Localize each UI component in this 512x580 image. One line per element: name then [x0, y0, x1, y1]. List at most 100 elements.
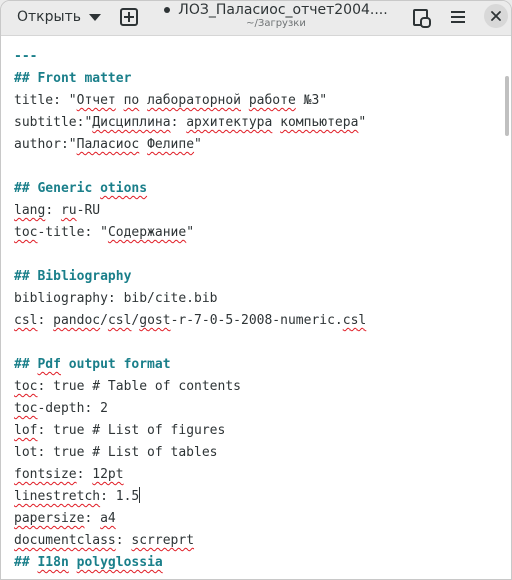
- editor-text-segment: Содержание: [107, 225, 187, 240]
- main-menu-button[interactable]: [444, 4, 472, 30]
- editor-text-segment: :: [37, 313, 54, 328]
- editor-text-segment: : true # Table of contents: [37, 379, 241, 394]
- editor-text-segment: ## Front matter: [14, 71, 132, 86]
- window-title: ЛОЗ_Паласиос_отчет2004....: [151, 2, 401, 18]
- editor-text-segment: -depth: 2: [37, 401, 108, 416]
- editor-text-segment: /: [100, 313, 108, 328]
- document-path: ~/Загрузки: [246, 18, 306, 29]
- editor-text-segment: ---: [14, 49, 38, 64]
- editor-text-segment: -title: ": [37, 225, 108, 240]
- editor-text-segment: -r-7-0-5-2008-numeric.: [170, 313, 343, 328]
- close-window-button[interactable]: [484, 4, 508, 28]
- editor-text-segment: 12pt: [92, 467, 124, 482]
- editor-line[interactable]: ## Bibliography: [14, 266, 504, 288]
- editor-line[interactable]: lof: true # List of figures: [14, 420, 504, 442]
- editor-text-segment: otions: [100, 181, 148, 196]
- editor-line[interactable]: ## I18n polyglossia: [14, 552, 504, 574]
- editor-text-segment: author:": [14, 137, 77, 152]
- editor-text-segment: Паласиос: [76, 137, 140, 152]
- editor-line[interactable]: linestretch: 1.5: [14, 486, 504, 508]
- editor-text-segment: a4: [100, 511, 116, 526]
- editor-text-segment: ": [186, 225, 195, 240]
- editor-line[interactable]: toc-title: "Содержание": [14, 222, 504, 244]
- editor-line[interactable]: subtitle:"Дисциплина: архитектура компью…: [14, 112, 504, 134]
- editor-text-segment: архитектура: [186, 115, 273, 130]
- editor-text-segment: ": [358, 115, 367, 130]
- editor-text-segment: title: ": [14, 93, 77, 108]
- editor-text-segment: subtitle:": [14, 115, 93, 130]
- editor-text-segment: csl: [342, 313, 367, 328]
- editor-text-segment: output format: [60, 357, 171, 372]
- text-cursor: [139, 487, 141, 503]
- editor-line[interactable]: bibliography: bib/cite.bib: [14, 288, 504, 310]
- editor-text-segment: :: [84, 511, 101, 526]
- editor-text-segment: Pdf: [37, 357, 61, 372]
- editor-text-segment: csl: [14, 313, 38, 328]
- text-editor-area[interactable]: --- ## Front matter title: "Отчет по лабор…: [1, 36, 511, 579]
- editor-line[interactable]: csl: pandoc/csl/gost-r-7-0-5-2008-numeri…: [14, 310, 504, 332]
- editor-text-segment: lot: true # List of tables: [14, 445, 218, 460]
- editor-line[interactable]: lot: true # List of tables: [14, 442, 504, 464]
- editor-line[interactable]: papersize: a4: [14, 508, 504, 530]
- editor-line[interactable]: ## Front matter: [14, 68, 504, 90]
- editor-text-segment: ru: [60, 203, 77, 218]
- editor-text-segment: ## Generic: [14, 181, 101, 196]
- editor-text-segment: documentclass: [14, 533, 116, 548]
- editor-line[interactable]: toc: true # Table of contents: [14, 376, 504, 398]
- editor-text-segment: toc: [14, 225, 38, 240]
- editor-text-segment: ## Bibliography: [14, 269, 132, 284]
- editor-text-segment: [116, 93, 124, 108]
- editor-line[interactable]: [14, 244, 504, 266]
- editor-line[interactable]: author:"Паласиос Фелипе": [14, 134, 504, 156]
- editor-text-segment: компьютера: [280, 115, 359, 130]
- editor-line[interactable]: ---: [14, 46, 504, 68]
- editor-text-segment: Дисциплина: [92, 115, 171, 130]
- hamburger-menu-icon: [451, 11, 465, 23]
- editor-line[interactable]: fontsize: 12pt: [14, 464, 504, 486]
- editor-text-segment: №3": [295, 93, 328, 108]
- vertical-scrollbar[interactable]: [505, 76, 509, 136]
- editor-text-segment: fontsize: [14, 467, 77, 482]
- chevron-down-icon: [88, 13, 101, 21]
- editor-lines[interactable]: --- ## Front matter title: "Отчет по лабор…: [14, 46, 504, 574]
- editor-text-segment: ": [194, 137, 202, 152]
- editor-text-segment: csl: [107, 313, 132, 328]
- editor-line[interactable]: [14, 332, 504, 354]
- editor-text-segment: лабораторной: [147, 93, 241, 108]
- editor-line[interactable]: ## Pdf output format: [14, 354, 504, 376]
- editor-text-segment: pandoc: [53, 313, 101, 328]
- editor-line[interactable]: documentclass: scrreprt: [14, 530, 504, 552]
- editor-text-segment: :: [76, 467, 93, 482]
- editor-text-segment: toc: [14, 401, 38, 416]
- editor-text-segment: polyglossia: [76, 555, 163, 570]
- editor-text-segment: по: [123, 93, 140, 108]
- editor-text-segment: I18n: [37, 555, 69, 570]
- editor-line[interactable]: lang: ru-RU: [14, 200, 504, 222]
- window-title-block: ЛОЗ_Паласиос_отчет2004.... ~/Загрузки: [151, 1, 401, 35]
- editor-text-segment: : true # List of figures: [37, 423, 226, 438]
- editor-line[interactable]: [14, 156, 504, 178]
- open-button-label: Открыть: [17, 9, 81, 25]
- new-tab-icon: [120, 8, 138, 26]
- editor-text-segment: [69, 555, 77, 570]
- editor-line[interactable]: title: "Отчет по лабораторной работе №3": [14, 90, 504, 112]
- editor-text-segment: bibliography: bib/cite.bib: [14, 291, 218, 306]
- open-button[interactable]: Открыть: [7, 4, 111, 30]
- editor-text-segment: scrreprt: [131, 533, 195, 548]
- editor-text-segment: :: [45, 203, 61, 218]
- document-title: ЛОЗ_Паласиос_отчет2004....: [178, 2, 388, 18]
- editor-text-segment: lang: [14, 203, 46, 218]
- document-search-button[interactable]: [406, 4, 434, 30]
- new-tab-button[interactable]: [115, 4, 143, 30]
- editor-text-segment: papersize: [14, 511, 85, 526]
- editor-line[interactable]: toc-depth: 2: [14, 398, 504, 420]
- editor-text-segment: :: [170, 115, 187, 130]
- editor-text-segment: [139, 137, 147, 152]
- editor-text-segment: : 1.5: [100, 489, 140, 504]
- editor-text-segment: ##: [14, 357, 38, 372]
- editor-line[interactable]: ## Generic otions: [14, 178, 504, 200]
- header-bar: Открыть ЛОЗ_Паласиос_отчет2004.... ~/Заг…: [1, 1, 511, 36]
- editor-text-segment: -RU: [76, 203, 101, 218]
- editor-text-segment: [241, 93, 249, 108]
- modified-indicator-icon: [164, 7, 171, 13]
